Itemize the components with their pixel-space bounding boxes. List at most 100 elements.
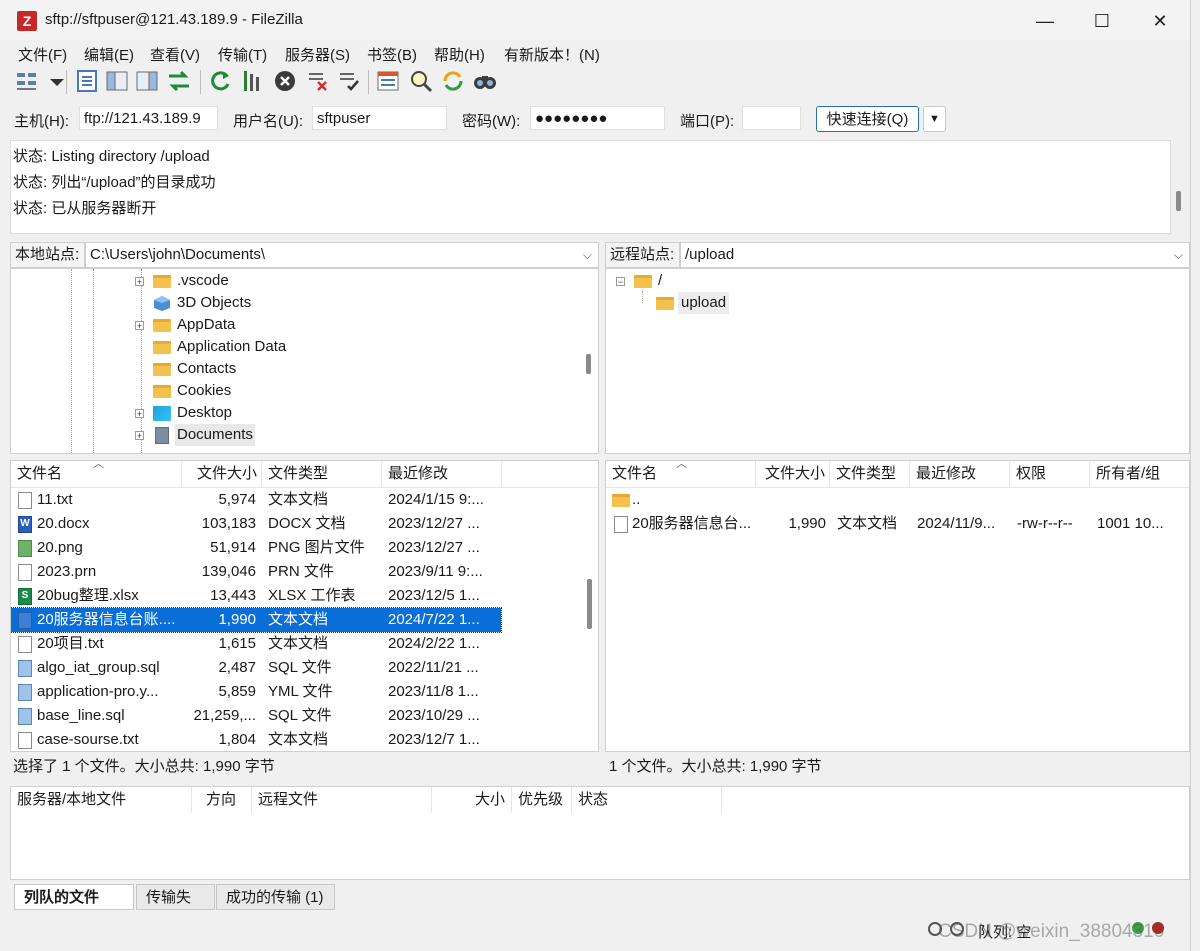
remote-row-file[interactable]: 20服务器信息台... 1,990 文本文档 2024/11/9... -rw-… — [606, 512, 1186, 536]
log-scrollbar[interactable] — [1176, 191, 1181, 211]
remote-row-parent[interactable]: .. — [606, 488, 1186, 512]
sort-ascending-icon: ︿ — [93, 460, 104, 470]
expand-icon[interactable]: + — [135, 277, 144, 287]
search-remote-icon[interactable] — [472, 68, 498, 94]
toggle-remote-tree-icon[interactable] — [134, 68, 160, 94]
site-manager-icon[interactable] — [14, 68, 40, 94]
file-modified: 2023/11/8 1... — [388, 683, 479, 700]
file-type: SQL 文件 — [268, 659, 332, 676]
local-file-row[interactable]: 20.png 51,914 PNG 图片文件 2023/12/27 ... — [11, 536, 501, 560]
column-filesize[interactable]: 文件大小 — [756, 461, 830, 487]
password-input[interactable]: ●●●●●●●● — [530, 106, 665, 130]
script-file-icon — [18, 660, 32, 677]
column-filetype[interactable]: 文件类型 — [262, 461, 382, 487]
watermark-text: CSDN @weixin_38804310 — [938, 921, 1165, 942]
file-name: 20服务器信息台账.... — [37, 611, 176, 628]
documents-folder-icon — [155, 427, 169, 444]
maximize-button[interactable]: ☐ — [1079, 6, 1125, 36]
file-size: 13,443 — [210, 587, 256, 604]
menu-edit[interactable]: 编辑(E) — [84, 44, 134, 65]
file-size: 21,259,... — [193, 707, 256, 724]
local-file-row[interactable]: algo_iat_group.sql 2,487 SQL 文件 2022/11/21 … — [11, 656, 501, 680]
minimize-button[interactable]: — — [1022, 6, 1068, 36]
column-modified[interactable]: 最近修改 — [910, 461, 1010, 487]
collapse-icon[interactable]: − — [616, 277, 625, 287]
folder-icon — [656, 297, 674, 310]
chevron-down-icon[interactable]: ⌵ — [1174, 243, 1183, 267]
quickconnect-button[interactable]: 快速连接(Q) — [816, 106, 919, 132]
port-input[interactable] — [742, 106, 801, 130]
host-input[interactable]: ftp://121.43.189.9 — [79, 106, 218, 130]
disconnect-icon[interactable] — [305, 68, 331, 94]
username-input[interactable]: sftpuser — [312, 106, 447, 130]
local-file-row[interactable]: W 20.docx 103,183 DOCX 文档 2023/12/27 ... — [11, 512, 501, 536]
directory-listing-filters-icon[interactable] — [375, 68, 401, 94]
tab-failed-transfers[interactable]: 传输失败 — [136, 884, 215, 932]
queue-col-local-file[interactable]: 服务器/本地文件 — [11, 787, 192, 813]
reconnect-icon[interactable] — [336, 68, 362, 94]
local-file-row[interactable]: 20项目.txt 1,615 文本文档 2024/2/22 1... — [11, 632, 501, 656]
toggle-local-tree-icon[interactable] — [104, 68, 130, 94]
queue-col-priority[interactable]: 优先级 — [512, 787, 572, 813]
expand-icon[interactable]: + — [135, 431, 144, 441]
menu-server[interactable]: 服务器(S) — [285, 44, 350, 65]
quickconnect-history-dropdown[interactable]: ▼ — [923, 106, 946, 132]
file-type: PNG 图片文件 — [268, 539, 365, 556]
menu-bar: 文件(F) 编辑(E) 查看(V) 传输(T) 服务器(S) 书签(B) 帮助(… — [0, 40, 1190, 66]
local-tree-scrollbar[interactable] — [586, 354, 591, 374]
process-queue-icon[interactable] — [239, 68, 265, 94]
close-button[interactable]: ✕ — [1137, 6, 1183, 36]
queue-col-status[interactable]: 状态 — [572, 787, 722, 813]
toggle-comparison-icon[interactable] — [408, 68, 434, 94]
queue-col-size[interactable]: 大小 — [432, 787, 512, 813]
toggle-transfer-queue-icon[interactable] — [166, 68, 192, 94]
local-file-row[interactable]: case-sourse.txt 1,804 文本文档 2023/12/7 1... — [11, 728, 501, 751]
column-filesize[interactable]: 文件大小 — [182, 461, 262, 487]
refresh-icon[interactable] — [207, 68, 233, 94]
chevron-down-icon[interactable]: ⌵ — [583, 243, 592, 267]
local-file-row[interactable]: S 20bug整理.xlsx 13,443 XLSX 工作表 2023/12/5 1..… — [11, 584, 501, 608]
file-size: 103,183 — [201, 515, 256, 532]
file-type: XLSX 工作表 — [268, 587, 356, 604]
local-file-row[interactable]: 2023.prn 139,046 PRN 文件 2023/9/11 9:... — [11, 560, 501, 584]
sync-browsing-icon[interactable] — [440, 68, 466, 94]
tab-successful-transfers[interactable]: 成功的传输 (1) — [216, 884, 335, 910]
file-modified: 2024/2/22 1... — [388, 635, 480, 652]
queue-col-remote-file[interactable]: 远程文件 — [252, 787, 432, 813]
file-name: 20.png — [37, 539, 83, 556]
file-size: 1,990 — [218, 611, 256, 628]
menu-bookmarks[interactable]: 书签(B) — [367, 44, 417, 65]
menu-help[interactable]: 帮助(H) — [434, 44, 485, 65]
local-file-scrollbar[interactable] — [587, 579, 592, 629]
menu-view[interactable]: 查看(V) — [150, 44, 200, 65]
column-owner-group[interactable]: 所有者/组 — [1090, 461, 1189, 487]
local-file-row[interactable]: base_line.sql 21,259,... SQL 文件 2023/10/29 … — [11, 704, 501, 728]
toggle-log-icon[interactable] — [74, 68, 100, 94]
remote-path-input[interactable]: /upload ⌵ — [680, 242, 1190, 268]
folder-icon — [153, 363, 171, 376]
cube-icon — [153, 295, 171, 312]
local-file-row[interactable]: 20服务器信息台账.... 1,990 文本文档 2024/7/22 1... — [11, 607, 502, 633]
tab-queued-files[interactable]: 列队的文件 — [14, 884, 134, 910]
local-file-row[interactable]: application-pro.y... 5,859 YML 文件 2023/11/8… — [11, 680, 501, 704]
local-file-row[interactable]: 11.txt 5,974 文本文档 2024/1/15 9:... — [11, 488, 501, 512]
text-file-icon — [18, 636, 32, 653]
column-modified[interactable]: 最近修改 — [382, 461, 502, 487]
file-size: 1,804 — [218, 731, 256, 748]
file-modified: 2023/12/27 ... — [388, 539, 480, 556]
cancel-operation-icon[interactable] — [272, 68, 298, 94]
remote-site-label: 远程站点: — [605, 242, 680, 268]
column-filetype[interactable]: 文件类型 — [830, 461, 910, 487]
file-type: 文本文档 — [268, 611, 329, 628]
column-permissions[interactable]: 权限 — [1010, 461, 1090, 487]
menu-transfer[interactable]: 传输(T) — [218, 44, 267, 65]
local-path-input[interactable]: C:\Users\john\Documents\ ⌵ — [85, 242, 599, 268]
expand-icon[interactable]: + — [135, 321, 144, 331]
menu-new-version[interactable]: 有新版本！(N) — [504, 44, 600, 65]
queue-col-direction[interactable]: 方向 — [192, 787, 252, 813]
menu-file[interactable]: 文件(F) — [18, 44, 67, 65]
remote-directory-tree: − / upload — [605, 268, 1190, 454]
expand-icon[interactable]: + — [135, 409, 144, 419]
remote-path-text: /upload — [685, 246, 735, 263]
folder-icon — [153, 275, 171, 288]
